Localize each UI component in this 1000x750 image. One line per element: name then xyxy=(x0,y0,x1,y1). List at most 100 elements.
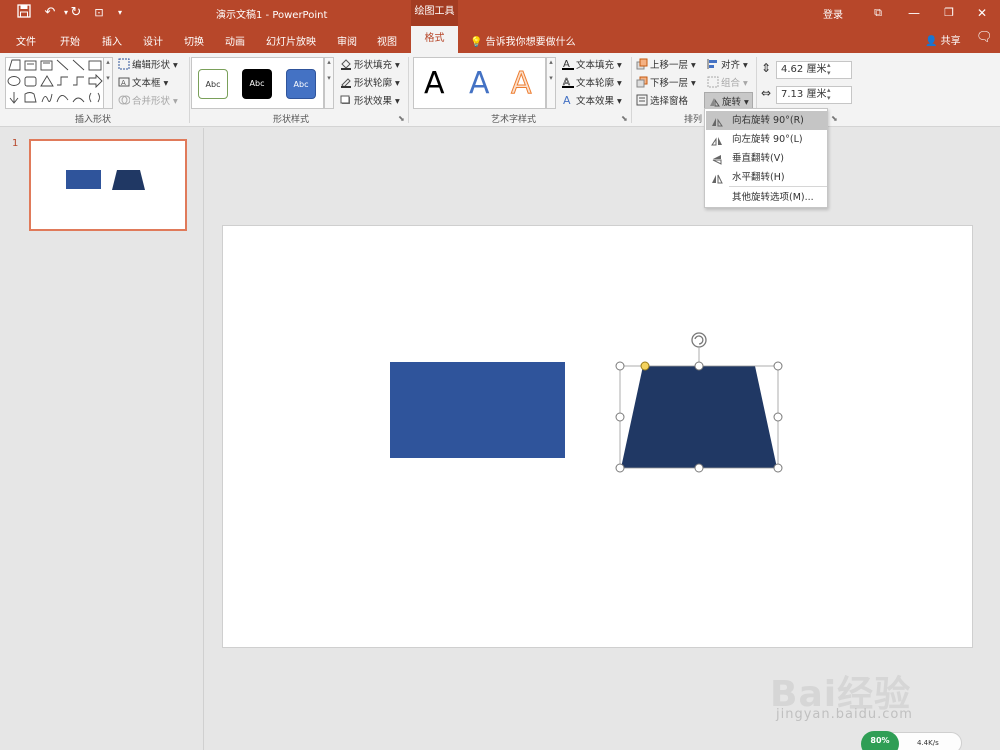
send-backward-icon xyxy=(636,76,648,88)
shape-style-swatch[interactable]: Abc xyxy=(286,69,316,99)
text-outline-icon: A xyxy=(562,76,574,88)
shape-fill-button[interactable]: 形状填充 ▾ xyxy=(340,57,400,71)
text-box-button[interactable]: A 文本框 ▾ xyxy=(118,75,168,89)
customize-quick-access-icon[interactable]: ▾ xyxy=(110,4,130,22)
resize-handle[interactable] xyxy=(615,412,625,422)
slide-number: 1 xyxy=(12,138,19,149)
wordart-styles-gallery[interactable]: A A A xyxy=(413,57,546,109)
more-rotation-options-item[interactable]: 其他旋转选项(M)... xyxy=(706,188,827,207)
start-from-beginning-icon[interactable]: ⊡ xyxy=(89,4,109,22)
tab-insert[interactable]: 插入 xyxy=(102,33,122,48)
rotate-icon xyxy=(708,95,720,107)
flip-horizontal-item[interactable]: 水平翻转(H) xyxy=(706,168,827,187)
rotate-left-90-item[interactable]: 向左旋转 90°(L) xyxy=(706,130,827,149)
shape-outline-button[interactable]: 形状轮廓 ▾ xyxy=(340,75,400,89)
shape-style-swatch[interactable]: Abc xyxy=(242,69,272,99)
shapes-gallery-scroll[interactable]: ▴ ▾ xyxy=(103,57,113,109)
comment-icon[interactable]: 🗨 xyxy=(976,30,993,45)
more-rotation-options-label: 其他旋转选项(M)... xyxy=(732,192,814,203)
slide-content xyxy=(390,332,783,473)
selection-pane-button[interactable]: 选择窗格 xyxy=(636,93,688,107)
tab-view[interactable]: 视图 xyxy=(377,33,397,48)
text-outline-button[interactable]: A 文本轮廓 ▾ xyxy=(562,75,622,89)
resize-handle[interactable] xyxy=(615,361,625,371)
text-box-label: 文本框 xyxy=(132,78,161,89)
send-backward-button[interactable]: 下移一层 ▾ xyxy=(636,75,696,89)
group-button[interactable]: 组合 ▾ xyxy=(707,75,748,89)
shape-width-icon: ⇔ xyxy=(761,86,772,100)
person-icon: 👤 xyxy=(925,36,938,47)
separator xyxy=(408,57,409,123)
redo-icon[interactable]: ↻ xyxy=(66,4,86,22)
group-label-arrange: 排列 xyxy=(684,115,703,125)
slide-thumbnail[interactable] xyxy=(29,139,187,231)
tab-review[interactable]: 审阅 xyxy=(337,33,357,48)
flip-vertical-icon xyxy=(711,153,723,165)
resize-handle[interactable] xyxy=(773,412,783,422)
flip-vertical-item[interactable]: 垂直翻转(V) xyxy=(706,149,827,168)
tab-transitions[interactable]: 切换 xyxy=(184,33,204,48)
watermark-url: jingyan.baidu.com xyxy=(776,707,913,722)
text-fill-button[interactable]: A 文本填充 ▾ xyxy=(562,57,622,71)
resize-handle[interactable] xyxy=(773,361,783,371)
shape-width-input[interactable]: 7.13 厘米 xyxy=(776,86,852,104)
height-spinner[interactable]: ▴ ▾ xyxy=(827,61,831,77)
drawing-tools-header: 绘图工具 xyxy=(411,0,458,26)
close-icon[interactable]: ✕ xyxy=(970,3,994,23)
shape-height-input[interactable]: 4.62 厘米 xyxy=(776,61,852,79)
tab-format[interactable]: 格式 xyxy=(411,26,458,53)
selection-pane-label: 选择窗格 xyxy=(650,96,689,107)
watermark: Bai经验 jingyan.baidu.com xyxy=(760,635,990,725)
shape-effects-icon xyxy=(340,94,352,106)
selection-pane-icon xyxy=(636,94,648,106)
tab-file[interactable]: 文件 xyxy=(16,33,36,48)
save-icon[interactable] xyxy=(14,4,34,22)
share-button[interactable]: 👤 共享 xyxy=(925,32,961,47)
wordart-style-blue[interactable]: A xyxy=(469,66,490,101)
tab-home[interactable]: 开始 xyxy=(60,33,80,48)
tell-me-search[interactable]: 💡 告诉我你想要做什么 xyxy=(470,33,576,48)
resize-handle[interactable] xyxy=(615,463,625,473)
shape-styles-scroll[interactable]: ▴ ▾ xyxy=(324,57,334,109)
align-button[interactable]: 对齐 ▾ xyxy=(707,57,748,71)
rectangle-shape[interactable] xyxy=(390,362,565,458)
thumb-rectangle xyxy=(66,170,101,189)
shape-style-swatch[interactable]: Abc xyxy=(198,69,228,99)
svg-text:A: A xyxy=(563,94,571,106)
dialog-launcher-icon[interactable]: ⬊ xyxy=(398,114,405,123)
size-dialog-launcher-icon[interactable]: ⬊ xyxy=(831,114,838,123)
resize-handle[interactable] xyxy=(694,361,704,371)
merge-shapes-button[interactable]: 合并形状 ▾ xyxy=(118,93,178,107)
tab-animations[interactable]: 动画 xyxy=(225,33,245,48)
login-link[interactable]: 登录 xyxy=(823,6,843,21)
trapezoid-shape[interactable] xyxy=(621,366,777,468)
tab-design[interactable]: 设计 xyxy=(143,33,163,48)
bring-forward-button[interactable]: 上移一层 ▾ xyxy=(636,57,696,71)
wordart-styles-scroll[interactable]: ▴ ▾ xyxy=(546,57,556,109)
rotate-label: 旋转 xyxy=(722,97,742,108)
resize-handle[interactable] xyxy=(773,463,783,473)
dialog-launcher-icon[interactable]: ⬊ xyxy=(621,114,628,123)
slide-thumbnail-pane: 1 xyxy=(0,128,204,750)
shape-styles-gallery[interactable]: Abc Abc Abc xyxy=(191,57,324,109)
flip-vertical-label: 垂直翻转(V) xyxy=(732,153,784,164)
width-spinner[interactable]: ▴ ▾ xyxy=(827,86,831,102)
wordart-style-orange-outline[interactable]: A xyxy=(511,66,533,102)
rotation-handle-icon[interactable] xyxy=(691,332,707,348)
resize-handle[interactable] xyxy=(694,463,704,473)
group-label-wordart-styles: 艺术字样式 xyxy=(491,115,537,125)
adjustment-handle[interactable] xyxy=(640,361,650,371)
wordart-style-black[interactable]: A xyxy=(424,66,445,101)
rotate-right-90-item[interactable]: 向右旋转 90°(R) xyxy=(706,111,827,130)
tab-slideshow[interactable]: 幻灯片放映 xyxy=(266,33,316,48)
ribbon-display-options-icon[interactable]: ⧉ xyxy=(866,3,890,23)
shape-effects-button[interactable]: 形状效果 ▾ xyxy=(340,93,400,107)
menu-separator xyxy=(729,186,827,187)
minimize-icon[interactable]: — xyxy=(902,3,926,23)
edit-shape-button[interactable]: 编辑形状 ▾ xyxy=(118,57,178,71)
restore-icon[interactable]: ❐ xyxy=(937,3,961,23)
slide-canvas[interactable] xyxy=(222,225,973,648)
shape-effects-label: 形状效果 xyxy=(354,96,393,107)
text-effects-button[interactable]: A 文本效果 ▾ xyxy=(562,93,622,107)
shapes-gallery[interactable] xyxy=(5,57,113,109)
